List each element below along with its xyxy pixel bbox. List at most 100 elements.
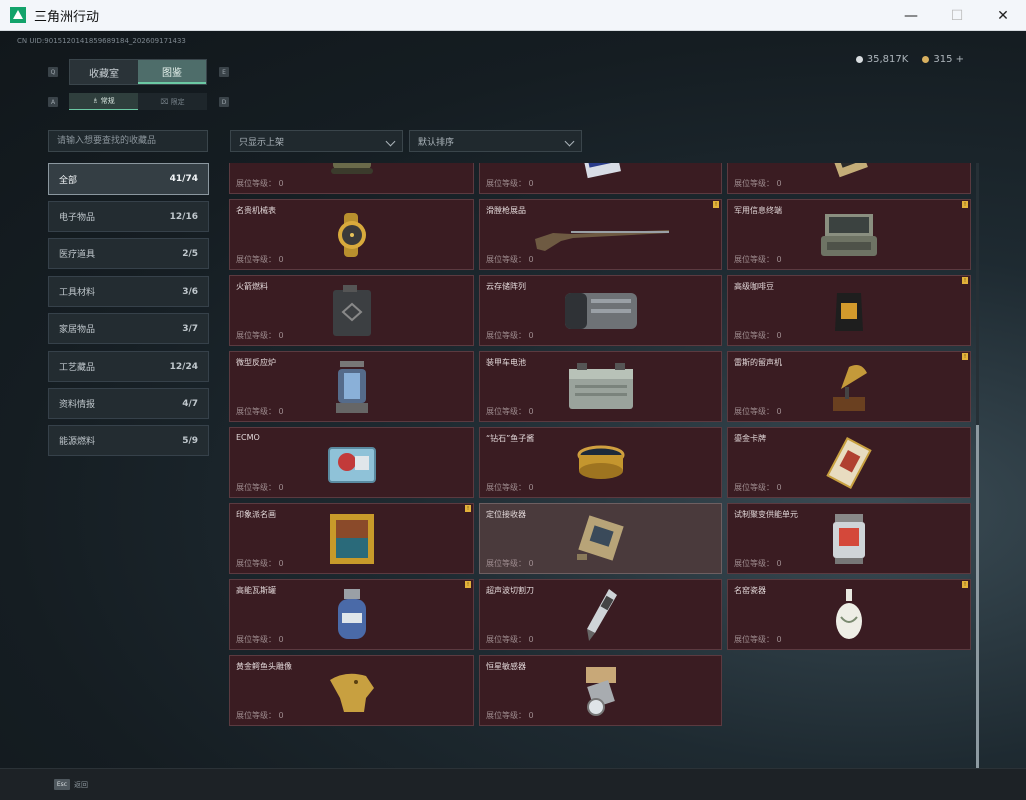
collection-item-card[interactable]: “钻石”鱼子酱 展位等级： 0 [479, 427, 722, 498]
category-all[interactable]: 全部 41/74 [48, 163, 209, 195]
collection-item-card[interactable]: 火箭燃料 展位等级： 0 [229, 275, 474, 346]
item-display-level: 展位等级： 0 [486, 179, 534, 188]
gold-crocodile-statue-icon [326, 668, 378, 714]
subtab-regular[interactable]: ♗ 常规 [69, 93, 138, 110]
tab-next-hotkey[interactable]: E [219, 67, 229, 77]
item-name: 试制聚变供能单元 [734, 510, 798, 519]
collection-item-card[interactable]: 印象派名画 展位等级： 0! [229, 503, 474, 574]
chevron-down-icon [564, 136, 575, 147]
item-display-level: 展位等级： 0 [734, 635, 782, 644]
alert-badge-icon: ! [713, 201, 719, 208]
collection-item-card[interactable]: 鎏金卡牌 展位等级： 0 [727, 427, 971, 498]
item-display-level: 展位等级： 0 [734, 331, 782, 340]
shelf-filter-dropdown[interactable]: 只显示上架 [230, 130, 403, 152]
category-label: 能源燃料 [59, 437, 96, 447]
esc-key-icon[interactable]: Esc [54, 779, 70, 790]
category-energy[interactable]: 能源燃料 5/9 [48, 425, 209, 456]
sort-dropdown[interactable]: 默认排序 [409, 130, 582, 152]
item-name: 名贵机械表 [236, 206, 276, 215]
collection-item-card[interactable]: 展位等级： 0 [727, 163, 971, 194]
ultrasonic-cutter-icon [583, 587, 619, 643]
circuit-card-icon [578, 163, 624, 179]
tab-collection-room[interactable]: 收藏室 [70, 60, 138, 84]
item-display-level: 展位等级： 0 [486, 635, 534, 644]
vehicle-battery-icon [565, 361, 637, 413]
coffee-bag-icon [833, 289, 865, 333]
window-titlebar: 三角洲行动 — ☐ ✕ [0, 0, 1026, 31]
currency-havoc-coin: 35,817K [855, 54, 908, 65]
scrollbar-thumb[interactable] [976, 425, 979, 768]
back-label[interactable]: 返回 [74, 780, 88, 790]
item-display-level: 展位等级： 0 [486, 407, 534, 416]
collection-grid: 展位等级： 0 展位等级： 0 展位等级： 0 名贵机械表 展位等级： 0 滑膛枪展品 展位… [229, 163, 974, 768]
player-uid: CN UID:9015120141859689184_202609171433 [17, 37, 186, 45]
item-display-level: 展位等级： 0 [236, 331, 284, 340]
porcelain-vase-icon [833, 587, 865, 643]
collection-screen: CN UID:9015120141859689184_202609171433 … [0, 31, 1026, 768]
window-title: 三角洲行动 [34, 9, 100, 25]
collection-item-card[interactable]: 高能瓦斯罐 展位等级： 0! [229, 579, 474, 650]
mini-reactor-icon [332, 359, 372, 415]
maximize-button[interactable]: ☐ [934, 0, 980, 31]
category-count: 3/6 [182, 286, 198, 297]
item-display-level: 展位等级： 0 [486, 483, 534, 492]
collection-item-card[interactable]: 高级咖啡豆展位等级： 0! [727, 275, 971, 346]
category-intel[interactable]: 资料情报 4/7 [48, 388, 209, 419]
subtab-limited[interactable]: ⌧ 限定 [138, 93, 207, 110]
collection-item-card[interactable]: 定位接收器 展位等级： 0 [479, 503, 722, 574]
category-electronics[interactable]: 电子物品 12/16 [48, 201, 209, 232]
currency-delta-coin[interactable]: 315 + [922, 54, 964, 65]
collection-item-card[interactable]: 军用信息终端 展位等级： 0! [727, 199, 971, 270]
collection-item-card[interactable]: 云存储阵列 展位等级： 0 [479, 275, 722, 346]
grid-scrollbar[interactable] [976, 163, 979, 768]
fusion-unit-icon [829, 512, 869, 566]
item-name: 恒星敏感器 [486, 662, 526, 671]
category-label: 全部 [59, 175, 78, 186]
sort-value: 默认排序 [418, 137, 455, 148]
category-crafts[interactable]: 工艺藏品 12/24 [48, 351, 209, 382]
minimize-button[interactable]: — [888, 0, 934, 31]
category-medical[interactable]: 医疗道具 2/5 [48, 238, 209, 269]
caviar-tin-icon [575, 439, 627, 487]
item-name: ECMO [236, 433, 260, 442]
category-count: 4/7 [182, 398, 198, 409]
collection-item-card[interactable]: 装甲车电池 展位等级： 0 [479, 351, 722, 422]
collection-item-card[interactable]: 恒星敏感器 展位等级： 0 [479, 655, 722, 726]
alert-badge-icon: ! [465, 505, 471, 512]
collection-item-card[interactable]: ECMO 展位等级： 0 [229, 427, 474, 498]
collection-item-card[interactable]: 微型反应炉展位等级： 0 [229, 351, 474, 422]
collection-item-card[interactable]: 试制聚变供能单元 展位等级： 0 [727, 503, 971, 574]
collection-item-card[interactable]: 展位等级： 0 [229, 163, 474, 194]
gramophone-icon [829, 359, 869, 415]
collection-item-card[interactable]: 滑膛枪展品 展位等级： 0! [479, 199, 722, 270]
category-label: 家居物品 [59, 325, 96, 335]
alert-badge-icon: ! [962, 581, 968, 588]
subtab-prev-hotkey[interactable]: A [48, 97, 58, 107]
category-tools[interactable]: 工具材料 3/6 [48, 276, 209, 307]
category-household[interactable]: 家居物品 3/7 [48, 313, 209, 344]
item-display-level: 展位等级： 0 [486, 331, 534, 340]
subtab-next-hotkey[interactable]: D [219, 97, 229, 107]
collection-item-card[interactable]: 超声波切割刀 展位等级： 0 [479, 579, 722, 650]
collection-item-card[interactable]: 雷斯的留声机 展位等级： 0! [727, 351, 971, 422]
collection-search-input[interactable] [48, 130, 208, 152]
category-label: 资料情报 [59, 400, 96, 410]
collection-item-card[interactable]: 名窑瓷器 展位等级： 0! [727, 579, 971, 650]
close-button[interactable]: ✕ [980, 0, 1026, 31]
tab-prev-hotkey[interactable]: Q [48, 67, 58, 77]
item-name: 雷斯的留声机 [734, 358, 782, 367]
item-name: 高级咖啡豆 [734, 282, 774, 291]
item-name: 黄金鳄鱼头雕像 [236, 662, 292, 671]
collection-item-card[interactable]: 展位等级： 0 [479, 163, 722, 194]
ecmo-machine-icon [323, 438, 381, 488]
item-display-level: 展位等级： 0 [236, 711, 284, 720]
collection-item-card[interactable]: 名贵机械表 展位等级： 0 [229, 199, 474, 270]
window-controls: — ☐ ✕ [888, 0, 1026, 31]
alert-badge-icon: ! [962, 277, 968, 284]
item-display-level: 展位等级： 0 [236, 407, 284, 416]
item-name: 微型反应炉 [236, 358, 276, 367]
item-display-level: 展位等级： 0 [734, 255, 782, 264]
collection-item-card[interactable]: 黄金鳄鱼头雕像 展位等级： 0 [229, 655, 474, 726]
tab-codex[interactable]: 图鉴 [138, 60, 206, 84]
item-name: 鎏金卡牌 [734, 434, 766, 443]
